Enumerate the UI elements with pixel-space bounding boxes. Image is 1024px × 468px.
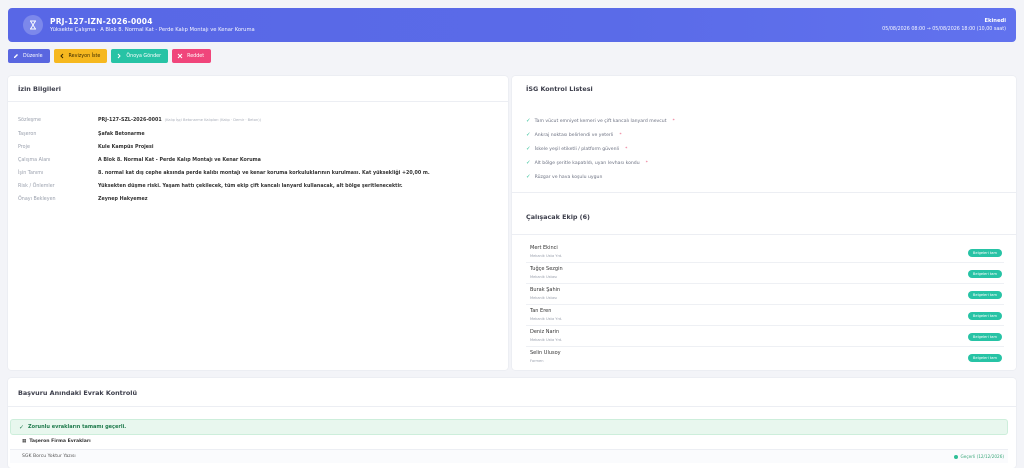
- member-role: Mekanik Usta Yrd.: [530, 254, 563, 258]
- member-name: Tuğçe Sezgin: [530, 266, 563, 272]
- checklist-item: ✓ Tam vücut emniyet kemeri ve çift kanca…: [526, 118, 675, 124]
- edit-button-label: Düzenle: [23, 53, 43, 59]
- check-icon: ✓: [526, 160, 531, 166]
- isg-checklist-card: İSG Kontrol Listesi ✓ Tam vücut emniyet …: [512, 76, 1016, 370]
- contract-code: PRJ-127-SZL-2026-0001: [98, 118, 162, 123]
- info-value: A Blok 8. Normal Kat - Perde Kalıp Monta…: [98, 158, 261, 163]
- document-group-label: Taşeron Firma Evrakları: [29, 439, 91, 444]
- member-role: Mekanik Ustası: [530, 296, 558, 300]
- team-member-row: Deniz Narin Mekanik Usta Yrd. Belgeleri …: [526, 326, 1004, 347]
- info-value: Zeynep Hakyemez: [98, 197, 148, 202]
- documents-complete-badge: Belgeleri tam: [967, 333, 1002, 341]
- required-mark: *: [645, 160, 648, 166]
- documents-complete-badge: Belgeleri tam: [967, 312, 1002, 320]
- permit-subtitle: Yüksekte Çalışma · A Blok 8. Normal Kat …: [50, 27, 255, 33]
- member-name: Burak Şahin: [530, 287, 561, 293]
- document-group-heading: ▦ Taşeron Firma Evrakları: [22, 439, 91, 444]
- status-dot-icon: [953, 454, 958, 459]
- document-row: SGK Borcu Yoktur Yazısı Geçerli (12/12/2…: [10, 449, 1008, 463]
- checklist-item-text: Ankraj noktası belirlendi ve yeterli: [534, 132, 614, 138]
- permit-header: PRJ-127-IZN-2026-0004 Yüksekte Çalışma ·…: [8, 8, 1016, 42]
- team-member-row: Burak Şahin Mekanik Ustası Belgeleri tam: [526, 284, 1004, 305]
- member-name: Mert Ekinci: [530, 245, 558, 251]
- team-member-row: Selin Ulusoy Formen Belgeleri tam: [526, 347, 1004, 368]
- document-status: Geçerli (12/12/2026): [953, 454, 1004, 459]
- info-label: Önayı Bekleyen: [18, 197, 56, 202]
- team-member-row: Tuğçe Sezgin Mekanik Ustası Belgeleri ta…: [526, 263, 1004, 284]
- member-role: Formen: [530, 359, 544, 363]
- checklist-item: ✓ Alt bölge şeritle kapatıldı, uyarı lev…: [526, 160, 648, 166]
- divider: [8, 406, 1016, 407]
- contract-note: (Kalıp İşçi Betonarme Kalıpları (Kalıp ·…: [164, 118, 262, 122]
- info-label: Taşeron: [18, 132, 37, 137]
- documents-complete-badge: Belgeleri tam: [967, 249, 1002, 257]
- reject-button[interactable]: Reddet: [172, 49, 212, 63]
- check-icon: ✓: [526, 132, 531, 138]
- info-value: Yüksekten düşme riski. Yaşam hattı çekil…: [98, 184, 403, 189]
- alert-text: Zorunlu evrakların tamamı geçerli.: [28, 424, 127, 430]
- arrow-right-icon: [116, 53, 122, 59]
- team-member-row: Tan Eren Mekanik Usta Yrd. Belgeleri tam: [526, 305, 1004, 326]
- divider: [512, 192, 1016, 193]
- info-label: Sözleşme: [18, 118, 41, 123]
- team-member-row: Mert Ekinci Mekanik Usta Yrd. Belgeleri …: [526, 242, 1004, 263]
- request-revision-button[interactable]: Revizyon İste: [53, 49, 108, 63]
- permit-info-card: İzin Bilgileri Sözleşme PRJ-127-SZL-2026…: [8, 76, 508, 370]
- member-role: Mekanik Usta Yrd.: [530, 317, 563, 321]
- info-label: İşin Tanımı: [18, 171, 44, 176]
- info-value: Kule Kampüs Projesi: [98, 145, 154, 150]
- checklist-item-text: Tam vücut emniyet kemeri ve çift kancalı…: [534, 118, 667, 124]
- send-for-approval-button[interactable]: Önoya Gönder: [111, 49, 169, 63]
- edit-button[interactable]: Düzenle: [8, 49, 50, 63]
- request-revision-label: Revizyon İste: [68, 53, 101, 59]
- documents-complete-badge: Belgeleri tam: [967, 270, 1002, 278]
- checklist-item: ✓ Ankraj noktası belirlendi ve yeterli *: [526, 132, 622, 138]
- required-mark: *: [625, 146, 628, 152]
- member-name: Tan Eren: [530, 308, 552, 314]
- documents-complete-badge: Belgeleri tam: [967, 291, 1002, 299]
- required-mark: *: [619, 132, 622, 138]
- permit-dates: 05/08/2026 08:00 → 05/08/2026 18:00 (10,…: [882, 27, 1006, 32]
- document-name: SGK Borcu Yoktur Yazısı: [22, 454, 76, 459]
- permit-code: PRJ-127-IZN-2026-0004: [50, 17, 153, 26]
- team-title: Çalışacak Ekip (6): [526, 213, 590, 221]
- info-label: Proje: [18, 145, 30, 150]
- documents-title: Başvuru Anındaki Evrak Kontrolü: [18, 389, 138, 397]
- edit-icon: [13, 53, 19, 59]
- checklist-item-text: Rüzgar ve hava koşulu uygun: [534, 174, 603, 180]
- info-label: Çalışma Alanı: [18, 158, 51, 163]
- required-mark: *: [672, 118, 675, 124]
- check-icon: ✓: [526, 118, 531, 124]
- arrow-left-icon: [59, 53, 65, 59]
- document-status-text: Geçerli (12/12/2026): [960, 454, 1004, 459]
- member-name: Selin Ulusoy: [530, 350, 561, 356]
- info-value: Şafak Betonarme: [98, 132, 145, 137]
- check-icon: ✓: [19, 423, 25, 431]
- info-value: PRJ-127-SZL-2026-0001 (Kalıp İşçi Betonar…: [98, 118, 261, 123]
- permit-info-title: İzin Bilgileri: [18, 85, 61, 93]
- checklist-item: ✓ Rüzgar ve hava koşulu uygun: [526, 174, 602, 180]
- divider: [512, 234, 1016, 235]
- checklist-item-text: İskele yeşil etiketli / platform güvenli: [534, 146, 620, 152]
- permit-icon: [23, 15, 43, 35]
- member-role: Mekanik Usta Yrd.: [530, 338, 563, 342]
- close-icon: [177, 53, 183, 59]
- member-role: Mekanik Ustası: [530, 275, 558, 279]
- info-label: Risk / Önlemler: [18, 184, 55, 189]
- isg-checklist-title: İSG Kontrol Listesi: [526, 85, 593, 93]
- building-icon: ▦: [22, 439, 27, 444]
- info-value: 8. normal kat dış cephe aksında perde ka…: [98, 171, 430, 176]
- divider: [8, 101, 508, 102]
- status-badge: Ekinedi: [984, 18, 1006, 24]
- documents-valid-alert: ✓ Zorunlu evrakların tamamı geçerli.: [10, 419, 1008, 435]
- checklist-item: ✓ İskele yeşil etiketli / platform güven…: [526, 146, 627, 152]
- check-icon: ✓: [526, 146, 531, 152]
- action-bar: Düzenle Revizyon İste Önoya Gönder Redde…: [8, 49, 212, 63]
- check-icon: ✓: [526, 174, 531, 180]
- member-name: Deniz Narin: [530, 329, 560, 335]
- checklist-item-text: Alt bölge şeritle kapatıldı, uyarı levha…: [534, 160, 640, 166]
- reject-button-label: Reddet: [187, 53, 205, 59]
- send-for-approval-label: Önoya Gönder: [126, 53, 162, 59]
- documents-complete-badge: Belgeleri tam: [967, 354, 1002, 362]
